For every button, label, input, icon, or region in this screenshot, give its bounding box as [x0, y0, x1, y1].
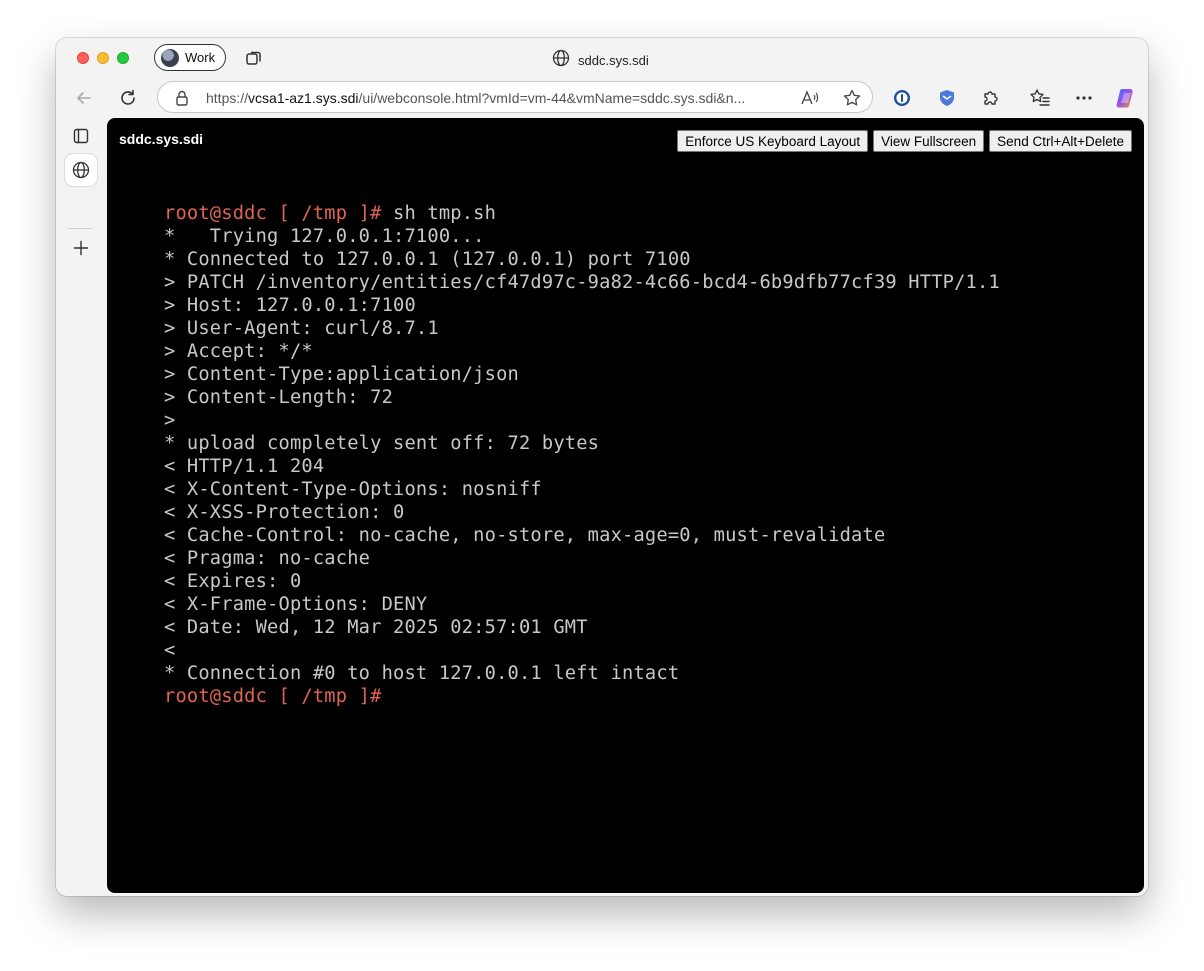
- terminal-line: root@sddc [ /tmp ]#: [164, 685, 1000, 708]
- reload-icon[interactable]: [115, 85, 141, 111]
- sidebar-tab-globe-icon[interactable]: [65, 154, 97, 186]
- terminal-line: * Connection #0 to host 127.0.0.1 left i…: [164, 662, 1000, 685]
- terminal-line-text: * Connection #0 to host 127.0.0.1 left i…: [164, 663, 680, 684]
- console-button-group: Enforce US Keyboard Layout View Fullscre…: [677, 130, 1132, 152]
- add-icon[interactable]: [65, 232, 97, 264]
- terminal-line-text: > Content-Type:application/json: [164, 364, 519, 385]
- password-manager-icon[interactable]: [890, 86, 914, 110]
- terminal-line: < HTTP/1.1 204: [164, 455, 1000, 478]
- terminal-line: < Pragma: no-cache: [164, 547, 1000, 570]
- sidebar-tabs-icon[interactable]: [65, 120, 97, 152]
- profile-label: Work: [185, 50, 216, 65]
- vm-name-label: sddc.sys.sdi: [119, 131, 204, 147]
- terminal-line: > Accept: */*: [164, 340, 1000, 363]
- terminal-line: * Connected to 127.0.0.1 (127.0.0.1) por…: [164, 248, 1000, 271]
- url-path: /ui/webconsole.html?vmId=vm-44&vmName=sd…: [358, 90, 746, 106]
- terminal-line-text: < HTTP/1.1 204: [164, 456, 325, 477]
- terminal-line-text: > Accept: */*: [164, 341, 313, 362]
- terminal-line-text: < Expires: 0: [164, 571, 302, 592]
- terminal-line: < Date: Wed, 12 Mar 2025 02:57:01 GMT: [164, 616, 1000, 639]
- favorite-star-icon[interactable]: [841, 87, 863, 109]
- terminal-line: * Trying 127.0.0.1:7100...: [164, 225, 1000, 248]
- terminal-line: > Content-Length: 72: [164, 386, 1000, 409]
- send-ctrl-alt-delete-button[interactable]: Send Ctrl+Alt+Delete: [989, 130, 1132, 152]
- terminal-line: >: [164, 409, 1000, 432]
- terminal-line: < X-Frame-Options: DENY: [164, 593, 1000, 616]
- terminal-line: < Expires: 0: [164, 570, 1000, 593]
- terminal-line: * upload completely sent off: 72 bytes: [164, 432, 1000, 455]
- terminal-line-text: * upload completely sent off: 72 bytes: [164, 433, 600, 454]
- tab-title: sddc.sys.sdi: [578, 53, 649, 68]
- back-arrow-icon[interactable]: [71, 85, 97, 111]
- terminal-line-text: < Cache-Control: no-cache, no-store, max…: [164, 525, 886, 546]
- maximize-icon[interactable]: [117, 52, 129, 64]
- browser-toolbar: https://vcsa1-az1.sys.sdi/ui/webconsole.…: [56, 78, 1148, 149]
- shell-prompt: root@sddc [ /tmp ]#: [164, 203, 382, 224]
- terminal-line: > Host: 127.0.0.1:7100: [164, 294, 1000, 317]
- profile-avatar: [161, 48, 179, 67]
- terminal-line-text: < X-XSS-Protection: 0: [164, 502, 405, 523]
- read-aloud-icon[interactable]: [799, 87, 821, 109]
- terminal-line-text: sh tmp.sh: [381, 203, 497, 224]
- shell-prompt: root@sddc [ /tmp ]#: [164, 686, 382, 707]
- title-bar: Work sddc.sys.sdi: [56, 38, 1148, 78]
- terminal-line-text: > User-Agent: curl/8.7.1: [164, 318, 439, 339]
- url-text[interactable]: https://vcsa1-az1.sys.sdi/ui/webconsole.…: [206, 90, 784, 106]
- terminal-line-text: * Connected to 127.0.0.1 (127.0.0.1) por…: [164, 249, 691, 270]
- browser-window: Work sddc.sys.sdi https://vcsa1-az1.sys.…: [56, 38, 1148, 896]
- terminal-output[interactable]: root@sddc [ /tmp ]# sh tmp.sh * Trying 12…: [164, 202, 1000, 708]
- lock-icon[interactable]: [174, 89, 190, 112]
- copilot-icon[interactable]: [1114, 86, 1138, 110]
- url-prefix: https://: [206, 90, 249, 106]
- terminal-line-text: > Host: 127.0.0.1:7100: [164, 295, 416, 316]
- terminal-line-text: * Trying 127.0.0.1:7100...: [164, 226, 485, 247]
- more-icon[interactable]: [1072, 86, 1096, 110]
- globe-icon: [552, 49, 570, 72]
- terminal-line-text: > Content-Length: 72: [164, 387, 394, 408]
- terminal-line-text: <: [164, 640, 176, 661]
- terminal-line: < X-Content-Type-Options: nosniff: [164, 478, 1000, 501]
- terminal-line: < X-XSS-Protection: 0: [164, 501, 1000, 524]
- terminal-line-text: >: [164, 410, 176, 431]
- terminal-line-text: < X-Frame-Options: DENY: [164, 594, 428, 615]
- url-host: vcsa1-az1.sys.sdi: [248, 90, 359, 106]
- terminal-line: > User-Agent: curl/8.7.1: [164, 317, 1000, 340]
- view-fullscreen-button[interactable]: View Fullscreen: [873, 130, 985, 152]
- tab-actions-icon[interactable]: [244, 48, 264, 68]
- address-bar[interactable]: https://vcsa1-az1.sys.sdi/ui/webconsole.…: [157, 81, 873, 113]
- terminal-line: <: [164, 639, 1000, 662]
- favorites-icon[interactable]: [1028, 86, 1052, 110]
- shield-extension-icon[interactable]: [935, 86, 959, 110]
- tab-title-area: sddc.sys.sdi: [552, 49, 649, 72]
- enforce-keyboard-button[interactable]: Enforce US Keyboard Layout: [677, 130, 869, 152]
- minimize-icon[interactable]: [97, 52, 109, 64]
- web-console[interactable]: sddc.sys.sdi Enforce US Keyboard Layout …: [107, 118, 1144, 893]
- close-icon[interactable]: [77, 52, 89, 64]
- vertical-sidebar: [56, 118, 104, 896]
- extensions-puzzle-icon[interactable]: [979, 86, 1003, 110]
- terminal-line-text: < Date: Wed, 12 Mar 2025 02:57:01 GMT: [164, 617, 588, 638]
- terminal-line: < Cache-Control: no-cache, no-store, max…: [164, 524, 1000, 547]
- profile-button[interactable]: Work: [154, 44, 227, 71]
- terminal-line: > Content-Type:application/json: [164, 363, 1000, 386]
- terminal-line-text: < X-Content-Type-Options: nosniff: [164, 479, 542, 500]
- terminal-line: > PATCH /inventory/entities/cf47d97c-9a8…: [164, 271, 1000, 294]
- terminal-line: root@sddc [ /tmp ]# sh tmp.sh: [164, 202, 1000, 225]
- sidebar-divider: [68, 228, 92, 229]
- terminal-line-text: < Pragma: no-cache: [164, 548, 371, 569]
- terminal-line-text: > PATCH /inventory/entities/cf47d97c-9a8…: [164, 272, 1000, 293]
